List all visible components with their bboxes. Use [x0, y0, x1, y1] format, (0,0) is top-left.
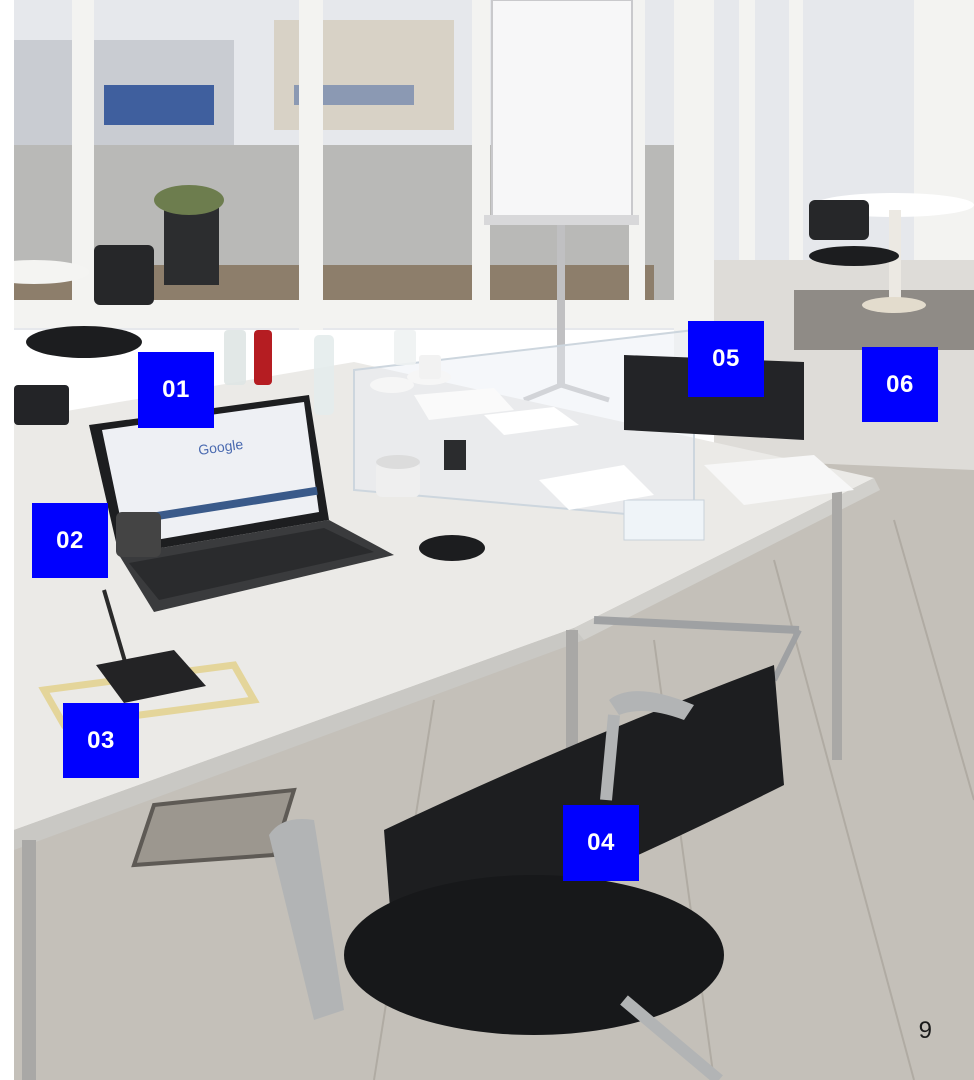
marker-05: 05 [688, 321, 764, 397]
chair-background-left [94, 245, 154, 305]
chair-left-edge [14, 385, 69, 425]
meeting-room-photo: Google [14, 0, 974, 1080]
marker-02: 02 [32, 503, 108, 578]
slide-page: Google 01 02 03 04 05 06 9 [0, 0, 974, 1080]
page-number: 9 [918, 1017, 932, 1044]
marker-04: 04 [563, 805, 639, 881]
plant-pot [164, 205, 219, 285]
chair-background-right [809, 200, 869, 240]
marker-03: 03 [63, 703, 139, 778]
mouse [419, 535, 485, 561]
marker-01: 01 [138, 352, 214, 428]
marker-06: 06 [862, 347, 938, 422]
